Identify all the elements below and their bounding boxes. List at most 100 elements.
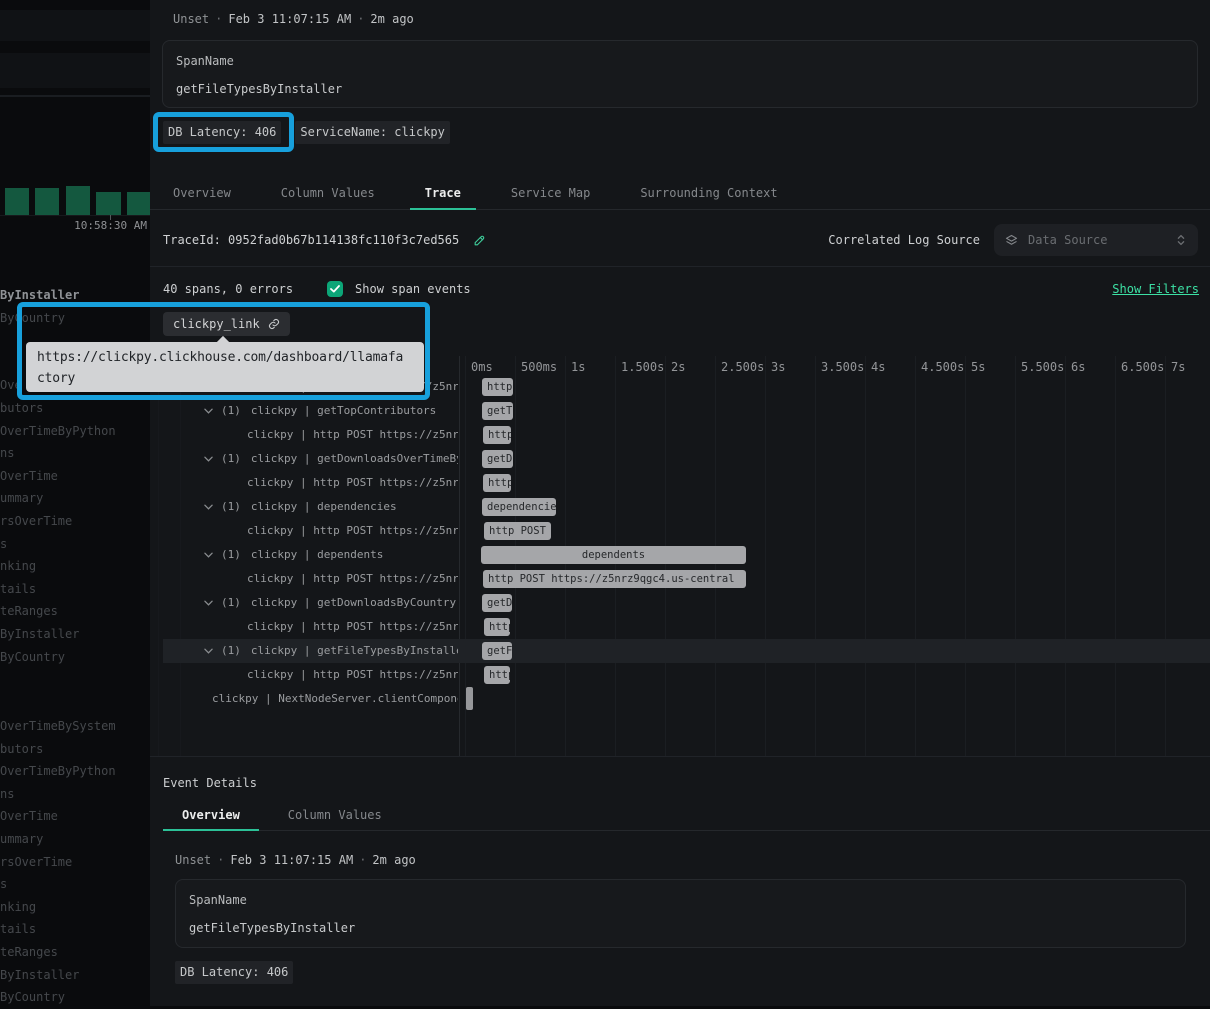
- trace-span-row[interactable]: (1)clickpy | getDownloadsOverTimeBySyste…: [150, 447, 1210, 471]
- trace-span-row[interactable]: (1)clickpy | getDownloadsByCountrygetDow…: [150, 591, 1210, 615]
- clickpy-link-chip[interactable]: clickpy_link: [163, 312, 290, 336]
- service-name-badge[interactable]: ServiceName: clickpy: [295, 121, 450, 144]
- trace-span-bar[interactable]: getTopContributors: [482, 402, 513, 420]
- tooltip-line1: https://clickpy.clickhouse.com/dashboard…: [37, 350, 403, 365]
- separator: ·: [211, 853, 230, 867]
- trace-span-label: (1)clickpy | dependents: [150, 543, 458, 567]
- tab-column-values[interactable]: Column Values: [269, 800, 401, 830]
- db-latency-badge-event[interactable]: DB Latency: 406: [175, 961, 293, 984]
- chevron-down-icon[interactable]: [204, 600, 216, 606]
- tab-overview[interactable]: Overview: [163, 800, 259, 830]
- trace-span-row[interactable]: clickpy | http POST https://z5nrz9qgc4.u…: [150, 663, 1210, 687]
- trace-span-row[interactable]: clickpy | http POST https://z5nrz9qgc4.u…: [150, 519, 1210, 543]
- trace-span-bar[interactable]: dependencies: [482, 498, 556, 516]
- background-list-item: rsOverTime: [0, 851, 150, 874]
- status-label: Unset: [173, 12, 209, 26]
- trace-id-label: TraceId:: [163, 233, 221, 247]
- background-list-item: s: [0, 873, 150, 896]
- tooltip-line2: ctory: [37, 371, 75, 386]
- separator: ·: [353, 853, 372, 867]
- trace-span-row[interactable]: clickpy | http POST https://z5nrz9qgc4.u…: [150, 423, 1210, 447]
- span-child-count: (1): [221, 596, 241, 609]
- chevron-down-icon[interactable]: [204, 408, 216, 414]
- tab-surrounding-context[interactable]: Surrounding Context: [625, 178, 792, 209]
- edit-pencil-icon[interactable]: [473, 234, 486, 247]
- chevron-down-icon[interactable]: [204, 456, 216, 462]
- time-tick-label: 500ms: [521, 360, 557, 374]
- histogram-time-label: 10:58:30 AM: [74, 219, 147, 232]
- time-tick-label: 1.500s: [621, 360, 664, 374]
- histogram-bar: [35, 188, 59, 215]
- tab-overview[interactable]: Overview: [158, 178, 246, 209]
- span-child-count: (1): [221, 404, 241, 417]
- background-list-item: ns: [0, 442, 150, 465]
- tab-trace[interactable]: Trace: [410, 178, 476, 209]
- trace-span-bar[interactable]: [466, 687, 473, 710]
- relative-time: 2m ago: [370, 12, 413, 26]
- background-list-item: tails: [0, 578, 150, 601]
- trace-span-row[interactable]: clickpy | http POST https://z5nrz9qgc4.u…: [150, 615, 1210, 639]
- span-name-panel-event: SpanName getFileTypesByInstaller: [175, 879, 1186, 948]
- trace-span-row[interactable]: (1)clickpy | getTopContributorsgetTopCon…: [150, 399, 1210, 423]
- trace-span-bar[interactable]: dependents: [481, 546, 746, 564]
- trace-span-bar[interactable]: http: [483, 474, 511, 492]
- background-list-item: OverTime: [0, 465, 150, 488]
- trace-span-bar[interactable]: http: [482, 378, 513, 396]
- clickpy-link-label: clickpy_link: [173, 317, 260, 331]
- event-side-panel: Unset · Feb 3 11:07:15 AM · 2m ago SpanName …: [150, 0, 1210, 1006]
- background-list-item: ummary: [0, 487, 150, 510]
- trace-span-bar[interactable]: http: [484, 618, 510, 636]
- trace-span-row[interactable]: clickpy | http POST https://z5nrz9qgc4.u…: [150, 471, 1210, 495]
- link-icon: [268, 318, 280, 330]
- chevron-down-icon[interactable]: [204, 552, 216, 558]
- db-latency-badge[interactable]: DB Latency: 406: [163, 121, 281, 144]
- background-list-item: butors: [0, 397, 150, 420]
- background-list-item: ByCountry: [0, 986, 150, 1009]
- trace-span-bar[interactable]: getDownloadsOverTimeBySystem: [482, 450, 513, 468]
- time-tick-label: 1s: [571, 360, 585, 374]
- trace-span-row[interactable]: (1)clickpy | dependenciesdependencies: [150, 495, 1210, 519]
- trace-span-label: clickpy | http POST https://z5nrz9qgc4.u…: [150, 423, 458, 447]
- show-filters-link[interactable]: Show Filters: [1112, 282, 1199, 296]
- chevron-down-icon[interactable]: [204, 648, 216, 654]
- divider: [150, 266, 1210, 267]
- trace-span-bar[interactable]: getFileTypesByInstaller: [482, 642, 512, 660]
- trace-span-bar[interactable]: http POST: [484, 522, 551, 540]
- tab-service-map[interactable]: Service Map: [496, 178, 605, 209]
- span-label-text: clickpy | http POST https://z5nrz9qgc4.u…: [247, 428, 458, 441]
- trace-span-bar[interactable]: getDownloadsByCountry: [482, 594, 512, 612]
- background-list-item: rsOverTime: [0, 510, 150, 533]
- timestamp: Feb 3 11:07:15 AM: [228, 12, 351, 26]
- divider: [150, 756, 1210, 757]
- trace-span-bar[interactable]: http: [484, 666, 510, 684]
- data-source-placeholder: Data Source: [1028, 233, 1165, 247]
- show-span-events-checkbox[interactable]: [327, 281, 343, 297]
- background-list-item: ByCountry: [0, 646, 150, 669]
- show-span-events-label[interactable]: Show span events: [355, 282, 471, 296]
- span-label-text: clickpy | getDownloadsOverTimeBySystem: [251, 452, 458, 465]
- tab-column-values[interactable]: Column Values: [266, 178, 390, 209]
- trace-span-bar[interactable]: http: [483, 426, 511, 444]
- correlated-log-label: Correlated Log Source: [828, 233, 980, 247]
- badges-row: DB Latency: 406 ServiceName: clickpy: [163, 121, 450, 144]
- time-tick-label: 2s: [671, 360, 685, 374]
- trace-span-bar[interactable]: http POST https://z5nrz9qgc4.us-central: [483, 570, 746, 588]
- histogram-bar: [5, 188, 29, 215]
- trace-span-row[interactable]: clickpy | http POST https://z5nrz9qgc4.u…: [150, 567, 1210, 591]
- background-list-item: OverTime: [0, 805, 150, 828]
- time-tick-label: 6s: [1071, 360, 1085, 374]
- trace-span-row[interactable]: (1)clickpy | getFileTypesByInstallergetF…: [150, 639, 1210, 663]
- span-name-value: getFileTypesByInstaller: [176, 82, 342, 96]
- app-root: { "bg_app": { "chart_time_label": "10:58…: [0, 0, 1210, 1006]
- data-source-select[interactable]: Data Source: [994, 224, 1198, 256]
- span-name-label: SpanName: [176, 54, 234, 68]
- histogram-bar: [66, 186, 90, 215]
- histogram-bar: [96, 192, 121, 215]
- background-list-item: tails: [0, 918, 150, 941]
- trace-span-row[interactable]: clickpy | NextNodeServer.clientComponent…: [150, 687, 1210, 711]
- trace-span-label: clickpy | NextNodeServer.clientComponent…: [150, 687, 458, 711]
- time-tick-label: 6.500s: [1121, 360, 1164, 374]
- trace-span-row[interactable]: (1)clickpy | dependents dependents: [150, 543, 1210, 567]
- chevron-down-icon[interactable]: [204, 504, 216, 510]
- time-tick-label: 0ms: [471, 360, 493, 374]
